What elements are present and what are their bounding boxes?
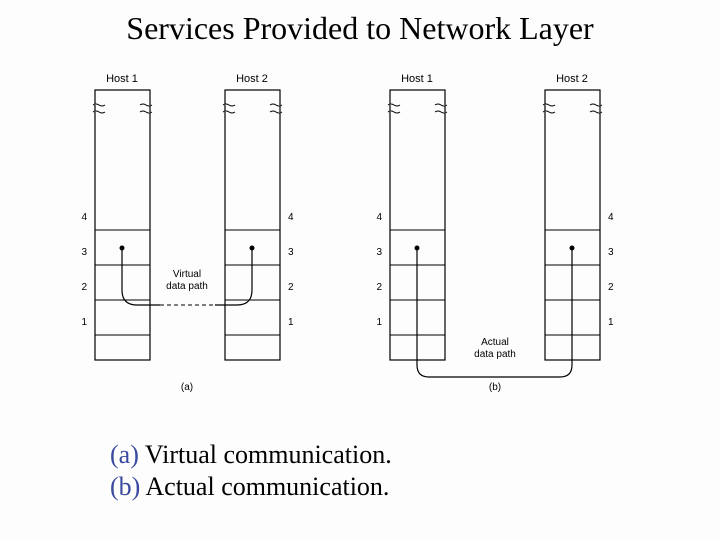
layer-num-4: 4 (376, 212, 382, 223)
host-label: Host 2 (556, 73, 588, 85)
virtual-path-right (215, 248, 252, 305)
sublabel-b: (b) (489, 382, 501, 393)
caption-a-prefix: (a) (110, 440, 145, 469)
host-label: Host 1 (401, 73, 433, 85)
actual-label-2: data path (474, 349, 516, 360)
tower-a-host2: Host 2 4 3 2 1 (223, 73, 294, 360)
caption-b: (b) Actual communication. (110, 472, 389, 502)
diagram: Host 1 4 3 2 1 Host 2 (60, 70, 660, 410)
page-title: Services Provided to Network Layer (0, 10, 720, 47)
tower-b-host2: Host 2 4 3 2 1 (543, 73, 614, 360)
layer-num-4: 4 (608, 212, 614, 223)
caption-a-text: Virtual communication. (145, 440, 392, 469)
diagram-svg: Host 1 4 3 2 1 Host 2 (60, 70, 660, 410)
panel-b: Host 1 4 3 2 1 Host 2 4 (376, 73, 614, 393)
layer-num-1: 1 (288, 317, 294, 328)
caption-a: (a) Virtual communication. (110, 440, 392, 470)
virtual-label-2: data path (166, 281, 208, 292)
layer-num-4: 4 (288, 212, 294, 223)
layer-num-2: 2 (288, 282, 294, 293)
layer-num-1: 1 (608, 317, 614, 328)
layer-num-3: 3 (608, 247, 614, 258)
virtual-path-left (122, 248, 160, 305)
layer-num-3: 3 (81, 247, 87, 258)
sublabel-a: (a) (181, 382, 193, 393)
layer-num-2: 2 (608, 282, 614, 293)
layer-num-2: 2 (81, 282, 87, 293)
layer-num-3: 3 (376, 247, 382, 258)
layer-num-1: 1 (81, 317, 87, 328)
host-label: Host 1 (106, 73, 138, 85)
layer-num-1: 1 (376, 317, 382, 328)
tower-a-host1: Host 1 4 3 2 1 (81, 73, 152, 360)
virtual-label-1: Virtual (173, 269, 201, 280)
layer-num-3: 3 (288, 247, 294, 258)
tower-b-host1: Host 1 4 3 2 1 (376, 73, 447, 360)
actual-label-1: Actual (481, 337, 509, 348)
layer-num-4: 4 (81, 212, 87, 223)
caption-b-text: Actual communication. (145, 472, 389, 501)
host-label: Host 2 (236, 73, 268, 85)
slide: Services Provided to Network Layer (0, 0, 720, 540)
panel-a: Host 1 4 3 2 1 Host 2 (81, 73, 294, 393)
caption-b-prefix: (b) (110, 472, 145, 501)
layer-num-2: 2 (376, 282, 382, 293)
